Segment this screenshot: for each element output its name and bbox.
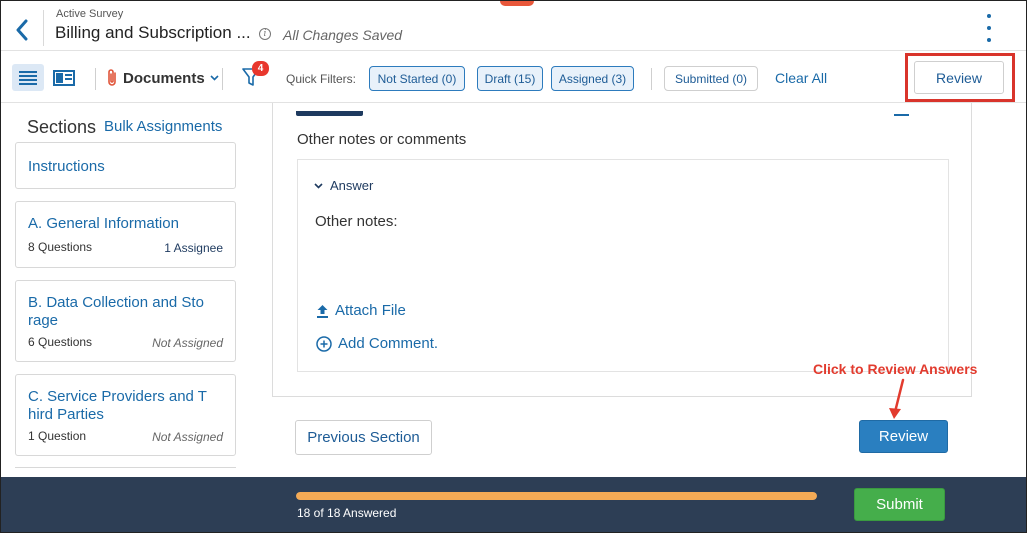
quick-filters-label: Quick Filters: xyxy=(286,72,357,86)
section-question-count: 6 Questions xyxy=(28,335,93,349)
section-question-count: 8 Questions xyxy=(28,240,93,254)
upload-icon xyxy=(317,304,328,318)
header-divider xyxy=(43,10,44,46)
progress-bar xyxy=(296,492,817,500)
question-text: Other notes or comments xyxy=(297,131,467,148)
previous-section-button[interactable]: Previous Section xyxy=(295,420,432,455)
toolbar-divider xyxy=(222,68,223,90)
bulk-assignments-link[interactable]: Bulk Assignments xyxy=(104,118,222,135)
section-name-line1: B. Data Collection and Sto xyxy=(28,294,204,311)
section-assignee: 1 Assignee xyxy=(164,241,223,255)
section-name-line2: rage xyxy=(28,312,59,329)
more-options-icon[interactable] xyxy=(980,14,998,42)
save-status: All Changes Saved xyxy=(283,27,403,43)
attach-file-label: Attach File xyxy=(335,302,406,319)
section-card-a[interactable]: A. General Information 8 Questions 1 Ass… xyxy=(15,201,236,268)
question-tab-indicator xyxy=(296,111,363,116)
section-card-instructions[interactable]: Instructions xyxy=(15,142,236,189)
review-button-top[interactable]: Review xyxy=(914,61,1004,94)
page-subtitle: Active Survey xyxy=(56,8,124,20)
section-card-b[interactable]: B. Data Collection and Sto rage 6 Questi… xyxy=(15,280,236,362)
plus-circle-icon xyxy=(316,335,332,352)
header-divider-bottom xyxy=(0,50,1027,51)
card-view-icon xyxy=(53,69,75,86)
review-button-bottom[interactable]: Review xyxy=(859,420,948,453)
paperclip-icon xyxy=(108,69,116,86)
collapse-icon[interactable] xyxy=(894,114,909,116)
add-comment-button[interactable]: Add Comment. xyxy=(316,335,438,352)
chevron-down-icon xyxy=(210,75,219,81)
info-icon[interactable]: i xyxy=(259,28,271,40)
section-name: A. General Information xyxy=(28,215,179,232)
answer-text[interactable]: Other notes: xyxy=(315,213,398,230)
top-notch xyxy=(500,0,534,6)
progress-bar-fill xyxy=(296,492,817,500)
page-title: Billing and Subscription ... xyxy=(55,23,251,42)
answer-toggle[interactable]: Answer xyxy=(314,178,373,193)
section-question-count: 1 Question xyxy=(28,429,87,443)
section-assignee: Not Assigned xyxy=(152,430,223,444)
add-comment-label: Add Comment. xyxy=(338,335,439,352)
sections-heading: Sections xyxy=(27,117,97,137)
section-name: Instructions xyxy=(28,158,105,175)
annotation-text: Click to Review Answers xyxy=(813,361,978,377)
clear-all-link[interactable]: Clear All xyxy=(775,70,827,86)
answer-label: Answer xyxy=(330,178,374,193)
attach-file-button[interactable]: Attach File xyxy=(316,302,406,319)
next-section-card-edge xyxy=(15,467,236,468)
filter-count-badge: 4 xyxy=(252,61,269,76)
filter-chip-submitted[interactable]: Submitted (0) xyxy=(664,66,758,91)
filter-chip-assigned[interactable]: Assigned (3) xyxy=(551,66,634,91)
section-assignee: Not Assigned xyxy=(152,336,223,350)
filter-chip-draft[interactable]: Draft (15) xyxy=(477,66,543,91)
chevron-left-icon xyxy=(16,19,28,41)
chevron-down-icon xyxy=(314,182,323,189)
list-view-button[interactable] xyxy=(12,64,44,91)
documents-label: Documents xyxy=(123,69,205,87)
toolbar-divider xyxy=(95,68,96,90)
documents-dropdown[interactable]: Documents xyxy=(106,68,219,88)
toolbar-divider xyxy=(651,68,652,90)
card-view-button[interactable] xyxy=(48,64,80,91)
submit-button[interactable]: Submit xyxy=(854,488,945,521)
section-name-line2: hird Parties xyxy=(28,406,104,423)
back-button[interactable] xyxy=(8,16,36,44)
filter-chip-not-started[interactable]: Not Started (0) xyxy=(369,66,465,91)
section-card-c[interactable]: C. Service Providers and T hird Parties … xyxy=(15,374,236,456)
section-name-line1: C. Service Providers and T xyxy=(28,388,207,405)
annotation-arrow-icon xyxy=(889,378,905,419)
list-icon xyxy=(19,70,37,85)
progress-text: 18 of 18 Answered xyxy=(297,506,397,520)
